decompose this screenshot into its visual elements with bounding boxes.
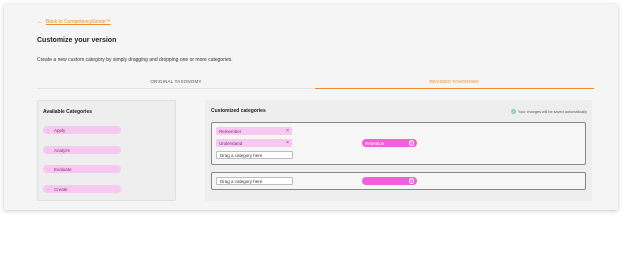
back-link[interactable]: ← Back to CompetencyGenie™ bbox=[37, 19, 110, 25]
customized-categories-heading: Customized categories bbox=[211, 108, 266, 114]
page-title: Customize your version bbox=[37, 37, 117, 44]
category-chip-label: Understand bbox=[219, 140, 243, 146]
category-pill-analyze[interactable]: ⋮ Analyze bbox=[43, 146, 121, 154]
custom-category-name: Retention bbox=[365, 140, 385, 146]
custom-category-name-pill[interactable]: ✎ bbox=[362, 177, 417, 185]
autosave-notice-text: Your changes will be saved automatically bbox=[517, 109, 587, 114]
category-chip-remember[interactable]: Remember × bbox=[216, 127, 292, 135]
available-categories-panel: Available Categories ⋮ Apply ⋮ Analyze ⋮… bbox=[37, 100, 176, 201]
pencil-icon[interactable]: ✎ bbox=[408, 178, 414, 184]
category-pill-create[interactable]: ⋮ Create bbox=[43, 185, 121, 193]
category-pill-label: Analyze bbox=[54, 147, 71, 153]
main-card: ← Back to CompetencyGenie™ Customize you… bbox=[4, 4, 618, 210]
category-drop-zone[interactable]: Drag a category here bbox=[216, 151, 293, 159]
available-categories-heading: Available Categories bbox=[43, 109, 93, 115]
close-icon[interactable]: × bbox=[286, 128, 289, 134]
category-pill-apply[interactable]: ⋮ Apply bbox=[43, 126, 121, 134]
pencil-icon[interactable]: ✎ bbox=[408, 140, 414, 146]
customized-categories-panel: Customized categories ✓ Your changes wil… bbox=[205, 100, 592, 201]
category-pill-label: Apply bbox=[54, 127, 66, 133]
category-chip-label: Remember bbox=[219, 128, 242, 134]
page-subtitle: Create a new custom category by simply d… bbox=[37, 57, 233, 63]
category-drop-zone[interactable]: Drag a category here bbox=[216, 177, 293, 185]
drag-handle-icon: ⋮ bbox=[46, 127, 50, 133]
category-pill-label: Create bbox=[54, 186, 68, 192]
drag-handle-icon: ⋮ bbox=[46, 147, 50, 153]
tab-revised-taxonomy[interactable]: REVISED TAXONOMY bbox=[315, 79, 594, 89]
category-pill-label: Evaluate bbox=[54, 166, 72, 172]
custom-category-group: Remember × Understand × Drag a category … bbox=[211, 122, 586, 165]
close-icon[interactable]: × bbox=[286, 140, 289, 146]
category-pill-evaluate[interactable]: ⋮ Evaluate bbox=[43, 165, 121, 173]
tab-original-taxonomy[interactable]: ORIGINAL TAXONOMY bbox=[37, 79, 315, 89]
custom-category-group: Drag a category here ✎ bbox=[211, 172, 586, 190]
category-chip-understand[interactable]: Understand × bbox=[216, 139, 292, 147]
check-circle-icon: ✓ bbox=[510, 109, 516, 114]
custom-category-name-pill[interactable]: Retention ✎ bbox=[362, 139, 417, 147]
drag-handle-icon: ⋮ bbox=[46, 166, 50, 172]
autosave-notice: ✓ Your changes will be saved automatical… bbox=[510, 109, 587, 114]
drag-handle-icon: ⋮ bbox=[46, 186, 50, 192]
back-link-label: Back to CompetencyGenie™ bbox=[46, 19, 111, 25]
arrow-left-icon: ← bbox=[37, 19, 43, 25]
